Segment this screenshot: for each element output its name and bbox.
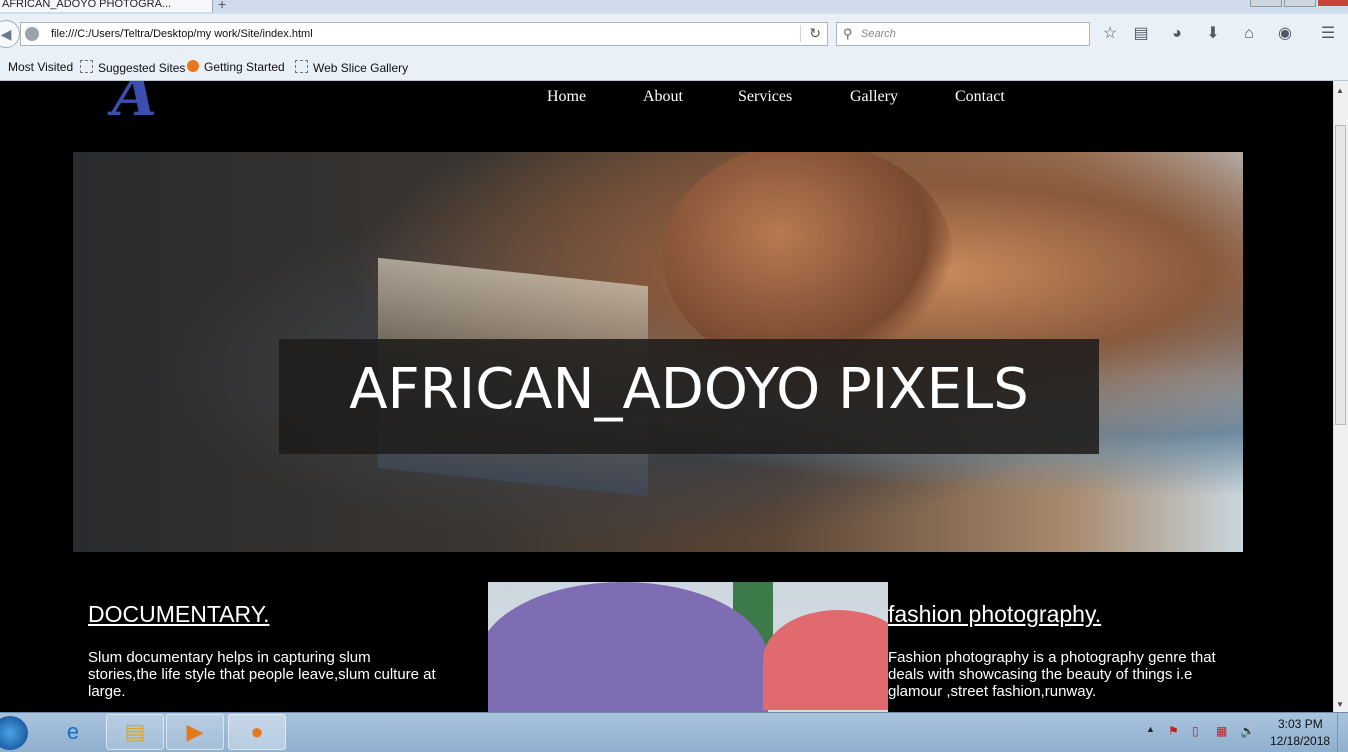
menu-icon[interactable]: ☰ (1318, 24, 1338, 44)
documentary-title[interactable]: DOCUMENTARY. (88, 601, 269, 628)
url-text[interactable]: file:///C:/Users/Teltra/Desktop/my work/… (51, 28, 313, 40)
scroll-up-icon[interactable]: ▲ (1336, 86, 1344, 95)
home-icon[interactable]: ⌂ (1239, 24, 1259, 44)
nav-about[interactable]: About (643, 88, 683, 106)
site-logo[interactable]: A (112, 81, 157, 129)
bookmark-getting-started[interactable]: Getting Started (187, 60, 285, 74)
start-button[interactable] (0, 716, 28, 750)
folder-icon (295, 60, 308, 73)
clock-date[interactable]: 12/18/2018 (1270, 734, 1330, 748)
hero-title: AFRICAN_ADOYO PIXELS (349, 357, 1029, 422)
close-window-button[interactable] (1318, 0, 1348, 6)
network-icon[interactable]: ▦ (1216, 724, 1227, 738)
address-bar[interactable]: file:///C:/Users/Teltra/Desktop/my work/… (20, 22, 828, 46)
firefox-icon (187, 60, 199, 72)
scroll-down-icon[interactable]: ▼ (1336, 700, 1344, 709)
windows-taskbar: e ▤ ▶ ● ▲ ⚑ ▯ ▦ 🔊 3:03 PM 12/18/2018 (0, 712, 1348, 752)
bookmark-web-slice-gallery[interactable]: Web Slice Gallery (295, 60, 408, 75)
media-player-icon[interactable]: ▶ (166, 714, 224, 750)
search-placeholder: Search (861, 28, 896, 40)
flag-icon[interactable]: ⚑ (1168, 724, 1179, 738)
download-icon[interactable]: ⬇ (1203, 24, 1223, 44)
volume-icon[interactable]: 🔊 (1240, 724, 1255, 738)
search-icon: ⚲ (843, 26, 853, 41)
folder-icon (80, 60, 93, 73)
minimize-button[interactable] (1250, 0, 1282, 7)
nav-home[interactable]: Home (547, 88, 586, 106)
fashion-text: Fashion photography is a photography gen… (888, 649, 1216, 700)
documentary-text: Slum documentary helps in capturing slum… (88, 649, 436, 700)
tray-arrow-icon[interactable]: ▲ (1146, 724, 1155, 734)
bookmarks-toolbar: Most Visited Suggested Sites Getting Sta… (0, 54, 1348, 81)
show-desktop-button[interactable] (1337, 713, 1348, 752)
file-explorer-icon[interactable]: ▤ (106, 714, 164, 750)
internet-explorer-icon[interactable]: e (44, 714, 102, 750)
chat-icon[interactable]: ◉ (1275, 24, 1295, 44)
back-arrow-icon: ◀ (0, 26, 12, 42)
tab-strip: AFRICAN_ADOYO PHOTOGRA... + (0, 0, 1348, 14)
new-tab-button[interactable]: + (218, 0, 226, 12)
pocket-icon[interactable]: ◕ (1167, 24, 1187, 44)
nav-services[interactable]: Services (738, 88, 792, 106)
maximize-button[interactable] (1284, 0, 1316, 7)
page-viewport: A Home About Services Gallery Contact AF… (0, 81, 1333, 712)
bookmark-star-icon[interactable]: ☆ (1100, 24, 1120, 44)
reading-list-icon[interactable]: ▤ (1131, 24, 1151, 44)
site-identity-icon[interactable] (25, 27, 39, 41)
scrollbar-thumb[interactable] (1335, 125, 1346, 425)
bookmark-suggested-sites[interactable]: Suggested Sites (80, 60, 185, 75)
bookmark-most-visited[interactable]: Most Visited (8, 60, 73, 74)
nav-contact[interactable]: Contact (955, 88, 1005, 106)
fashion-title[interactable]: fashion photography. (888, 601, 1101, 628)
nav-gallery[interactable]: Gallery (850, 88, 898, 106)
browser-tab[interactable]: AFRICAN_ADOYO PHOTOGRA... (0, 0, 213, 12)
umbrellas-photo (488, 582, 888, 712)
power-icon[interactable]: ▯ (1192, 724, 1199, 738)
hero-banner: AFRICAN_ADOYO PIXELS (73, 152, 1243, 552)
red-umbrella-image (763, 610, 888, 710)
firefox-taskbar-icon[interactable]: ● (228, 714, 286, 750)
search-bar[interactable]: ⚲ Search (836, 22, 1090, 46)
purple-umbrella-image (488, 582, 768, 712)
reload-icon[interactable]: ↻ (800, 25, 821, 42)
clock-time[interactable]: 3:03 PM (1278, 717, 1323, 731)
